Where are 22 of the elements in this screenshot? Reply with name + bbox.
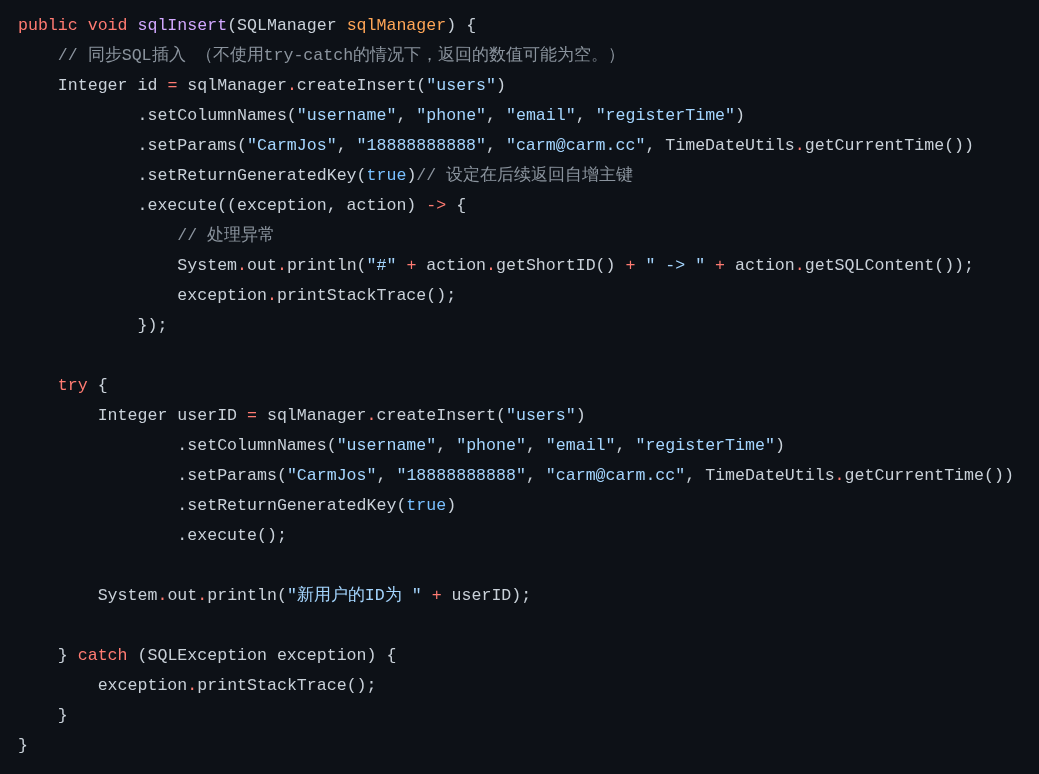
code-line: // 同步SQL插入 （不使用try-catch的情况下，返回的数值可能为空。） (56, 45, 626, 67)
code-line: public void sqlInsert(SQLManager sqlManager) { (18, 15, 477, 37)
code-line: System.out.println("新用户的ID为 " + userID); (96, 585, 532, 607)
code-line: } catch (SQLException exception) { (56, 645, 397, 667)
code-line: exception.printStackTrace(); (176, 285, 457, 307)
code-line: Integer id = sqlManager.createInsert("users") (56, 75, 506, 97)
code-line: Integer userID = sqlManager.createInsert("users") (96, 405, 586, 427)
code-line: exception.printStackTrace(); (96, 675, 377, 697)
code-line: .execute((exception, action) -> { (136, 195, 467, 217)
code-line: } (18, 735, 28, 757)
code-line: System.out.println("#" + action.getShortID() + " -> " + action.getSQLContent()); (176, 255, 975, 277)
code-line: try { (56, 375, 108, 397)
code-line: .setReturnGeneratedKey(true)// 设定在后续返回自增主键 (136, 164, 634, 187)
code-line: // 处理异常 (176, 225, 276, 247)
code-line: .setColumnNames("username", "phone", "email", "registerTime") (136, 105, 745, 127)
code-line: .setColumnNames("username", "phone", "email", "registerTime") (176, 435, 785, 457)
code-line: } (56, 705, 68, 727)
code-line: }); (136, 315, 168, 337)
code-line: .execute(); (176, 525, 287, 547)
code-line: .setReturnGeneratedKey(true) (176, 495, 457, 517)
code-line: .setParams("CarmJos", "18888888888", "carm@carm.cc", TimeDateUtils.getCurrentTime()) (136, 135, 974, 157)
code-line: .setParams("CarmJos", "18888888888", "carm@carm.cc", TimeDateUtils.getCurrentTime()) (176, 465, 1014, 487)
